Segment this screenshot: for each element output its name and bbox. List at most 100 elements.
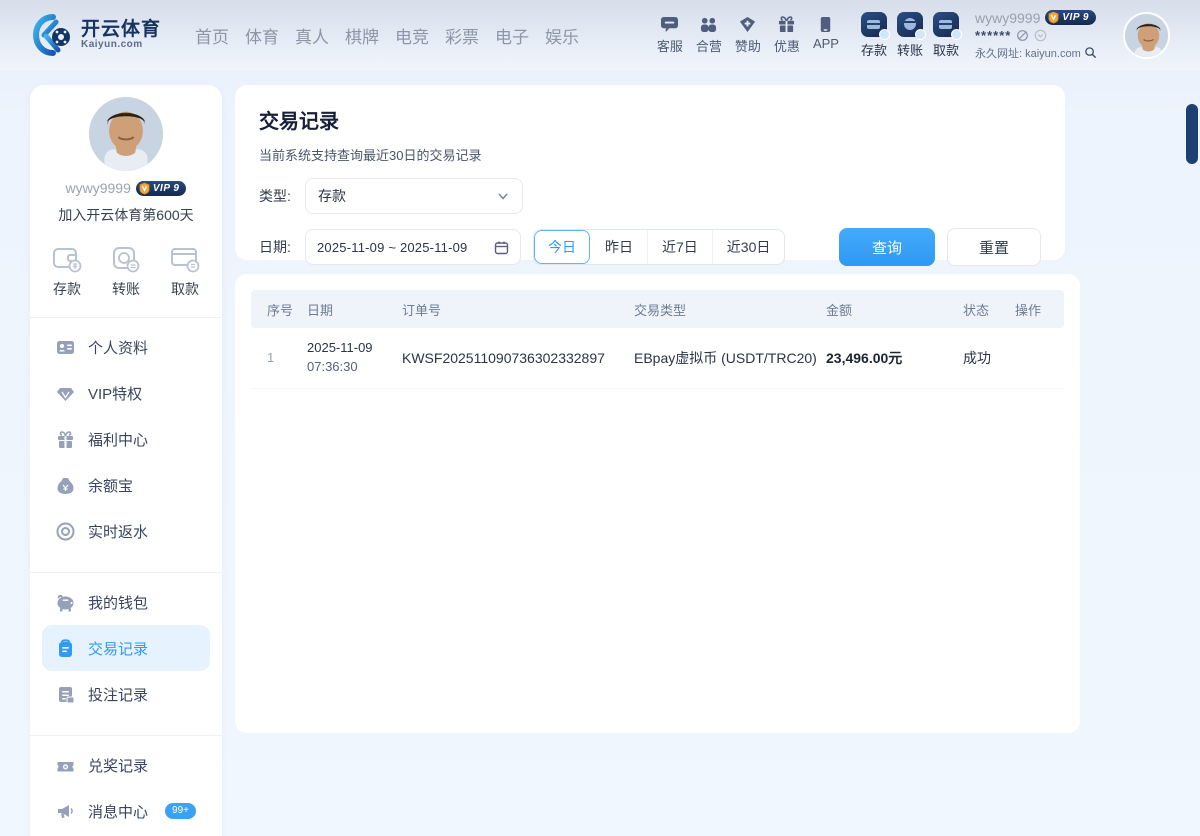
transfer-outline-icon: [113, 247, 140, 273]
avatar-image-icon: [1125, 13, 1168, 57]
user-avatar[interactable]: [1123, 11, 1170, 59]
col-index: 序号: [267, 302, 294, 318]
piggy-bank-icon: [56, 593, 75, 612]
prize-record-icon: [56, 756, 75, 775]
vip-label: VIP 9: [1062, 12, 1089, 23]
gift-icon: [56, 430, 75, 449]
cell-index: 1: [267, 350, 275, 366]
sidebar-menu-group3: 兑奖记录 消息中心 99+: [30, 736, 222, 834]
customer-service-link[interactable]: 客服: [657, 15, 683, 55]
app-link[interactable]: APP: [813, 15, 839, 55]
sidebar-menu-group2: 我的钱包 交易记录 投注记录: [30, 573, 222, 717]
message-count-badge: 99+: [165, 803, 196, 819]
partnership-label: 合营: [695, 39, 722, 54]
yuebao-label: 余额宝: [88, 477, 134, 495]
sidebar-withdraw-action[interactable]: 取款: [170, 245, 200, 299]
transactions-icon: [56, 638, 75, 658]
sidebar-vip-badge: VIP 9: [135, 180, 187, 196]
range-today[interactable]: 今日: [534, 230, 591, 264]
nav-lottery[interactable]: 彩票: [445, 23, 479, 48]
sponsor-link[interactable]: 赞助: [735, 15, 761, 55]
nav-cards[interactable]: 棋牌: [345, 23, 379, 48]
query-button[interactable]: 查询: [839, 228, 935, 266]
col-order-no: 订单号: [402, 302, 442, 318]
transactions-table-card: 序号 日期 订单号 交易类型 金额 状态 操作 1 2025-11-09 07:…: [235, 274, 1080, 733]
prize-label: 兑奖记录: [88, 757, 149, 775]
range-7days[interactable]: 近7日: [648, 230, 713, 264]
transfer-label: 转账: [896, 42, 923, 58]
nav-live[interactable]: 真人: [295, 23, 329, 48]
date-range-input[interactable]: 2025-11-09 ~ 2025-11-09: [305, 229, 521, 265]
cell-order-no: KWSF202511090736302332897: [402, 349, 605, 366]
sidebar-item-welfare[interactable]: 福利中心: [42, 416, 210, 462]
sidebar-vip-label: VIP 9: [152, 182, 180, 194]
cell-type: EBpay虚拟币 (USDT/TRC20): [634, 349, 817, 366]
vip-privilege-label: VIP特权: [88, 385, 143, 403]
profile-icon: [56, 338, 75, 357]
scrollbar-thumb[interactable]: [1186, 104, 1198, 164]
vip-diamond-icon: [56, 384, 75, 403]
reset-button[interactable]: 重置: [947, 228, 1041, 266]
eye-off-icon[interactable]: [1016, 29, 1029, 42]
date-quick-ranges: 今日 昨日 近7日 近30日: [533, 229, 786, 265]
brand-name: 开云体育: [81, 18, 162, 40]
sidebar-transfer-label: 转账: [112, 281, 140, 297]
chevron-circle-icon[interactable]: [1034, 29, 1047, 42]
type-select[interactable]: 存款: [305, 178, 523, 214]
sidebar-item-profile[interactable]: 个人资料: [42, 324, 210, 370]
sidebar-item-rebate[interactable]: 实时返水: [42, 508, 210, 554]
customer-service-label: 客服: [656, 39, 683, 54]
header-user-info: wywy9999 VIP 9 ****** 永久网址: kaiyun.com: [975, 10, 1115, 61]
magnifier-icon[interactable]: [1084, 46, 1097, 59]
vip-shield-icon: [139, 182, 150, 194]
sidebar-item-bets[interactable]: 投注记录: [42, 671, 210, 717]
sidebar-item-prize[interactable]: 兑奖记录: [42, 742, 210, 788]
sidebar-avatar[interactable]: [89, 97, 163, 171]
sidebar-item-wallet[interactable]: 我的钱包: [42, 579, 210, 625]
cell-date: 2025-11-09 07:36:30: [307, 340, 373, 374]
range-yesterday[interactable]: 昨日: [591, 230, 648, 264]
sidebar-item-yuebao[interactable]: 余额宝: [42, 462, 210, 508]
withdraw-action[interactable]: 取款: [932, 11, 962, 59]
sidebar-avatar-image-icon: [89, 97, 163, 171]
brand-logo[interactable]: 开云体育 Kaiyun.com: [32, 14, 161, 56]
cell-amount: 23,496.00元: [826, 349, 903, 366]
permanent-url: 永久网址: kaiyun.com: [975, 47, 1081, 60]
range-30days[interactable]: 近30日: [713, 230, 785, 264]
bet-record-icon: [56, 685, 75, 704]
transfer-action[interactable]: 转账: [896, 11, 926, 59]
deposit-outline-icon: [53, 248, 82, 273]
deposit-action[interactable]: 存款: [860, 11, 890, 59]
username: wywy9999: [975, 9, 1041, 26]
sidebar-item-vip[interactable]: VIP特权: [42, 370, 210, 416]
col-date: 日期: [307, 302, 334, 318]
sidebar-item-transactions[interactable]: 交易记录: [42, 625, 210, 671]
nav-slots[interactable]: 电子: [495, 23, 529, 48]
nav-home[interactable]: 首页: [195, 23, 229, 48]
sidebar-quick-actions: 存款 转账 取款: [30, 245, 222, 299]
sidebar-username: wywy9999: [65, 180, 131, 196]
nav-sports[interactable]: 体育: [245, 23, 279, 48]
nav-entertainment[interactable]: 娱乐: [545, 23, 579, 48]
withdraw-icon: [932, 11, 962, 40]
customer-service-icon: [660, 15, 680, 33]
sidebar-transfer-action[interactable]: 转账: [111, 245, 141, 299]
sidebar: wywy9999 VIP 9 加入开云体育第600天 存款 转账 取款 个人资料…: [30, 85, 222, 836]
filter-card: 交易记录 当前系统支持查询最近30日的交易记录 类型: 存款 日期: 2025-…: [235, 85, 1065, 266]
partnership-link[interactable]: 合营: [696, 15, 722, 55]
nav-esports[interactable]: 电竞: [395, 23, 429, 48]
type-select-value: 存款: [318, 188, 346, 204]
promo-link[interactable]: 优惠: [774, 15, 800, 55]
app-label: APP: [812, 36, 839, 51]
sidebar-item-messages[interactable]: 消息中心 99+: [42, 788, 210, 834]
messages-label: 消息中心: [88, 803, 149, 821]
masked-balance: ******: [975, 27, 1012, 43]
promo-label: 优惠: [773, 39, 800, 54]
main-nav: 首页 体育 真人 棋牌 电竞 彩票 电子 娱乐: [195, 23, 579, 48]
date-filter-row: 日期: 2025-11-09 ~ 2025-11-09 今日 昨日 近7日 近3…: [259, 228, 1041, 266]
col-amount: 金额: [826, 302, 853, 318]
col-type: 交易类型: [634, 302, 687, 318]
top-header: 开云体育 Kaiyun.com 首页 体育 真人 棋牌 电竞 彩票 电子 娱乐 …: [0, 0, 1200, 70]
sidebar-deposit-label: 存款: [53, 281, 81, 297]
sidebar-deposit-action[interactable]: 存款: [52, 245, 82, 299]
